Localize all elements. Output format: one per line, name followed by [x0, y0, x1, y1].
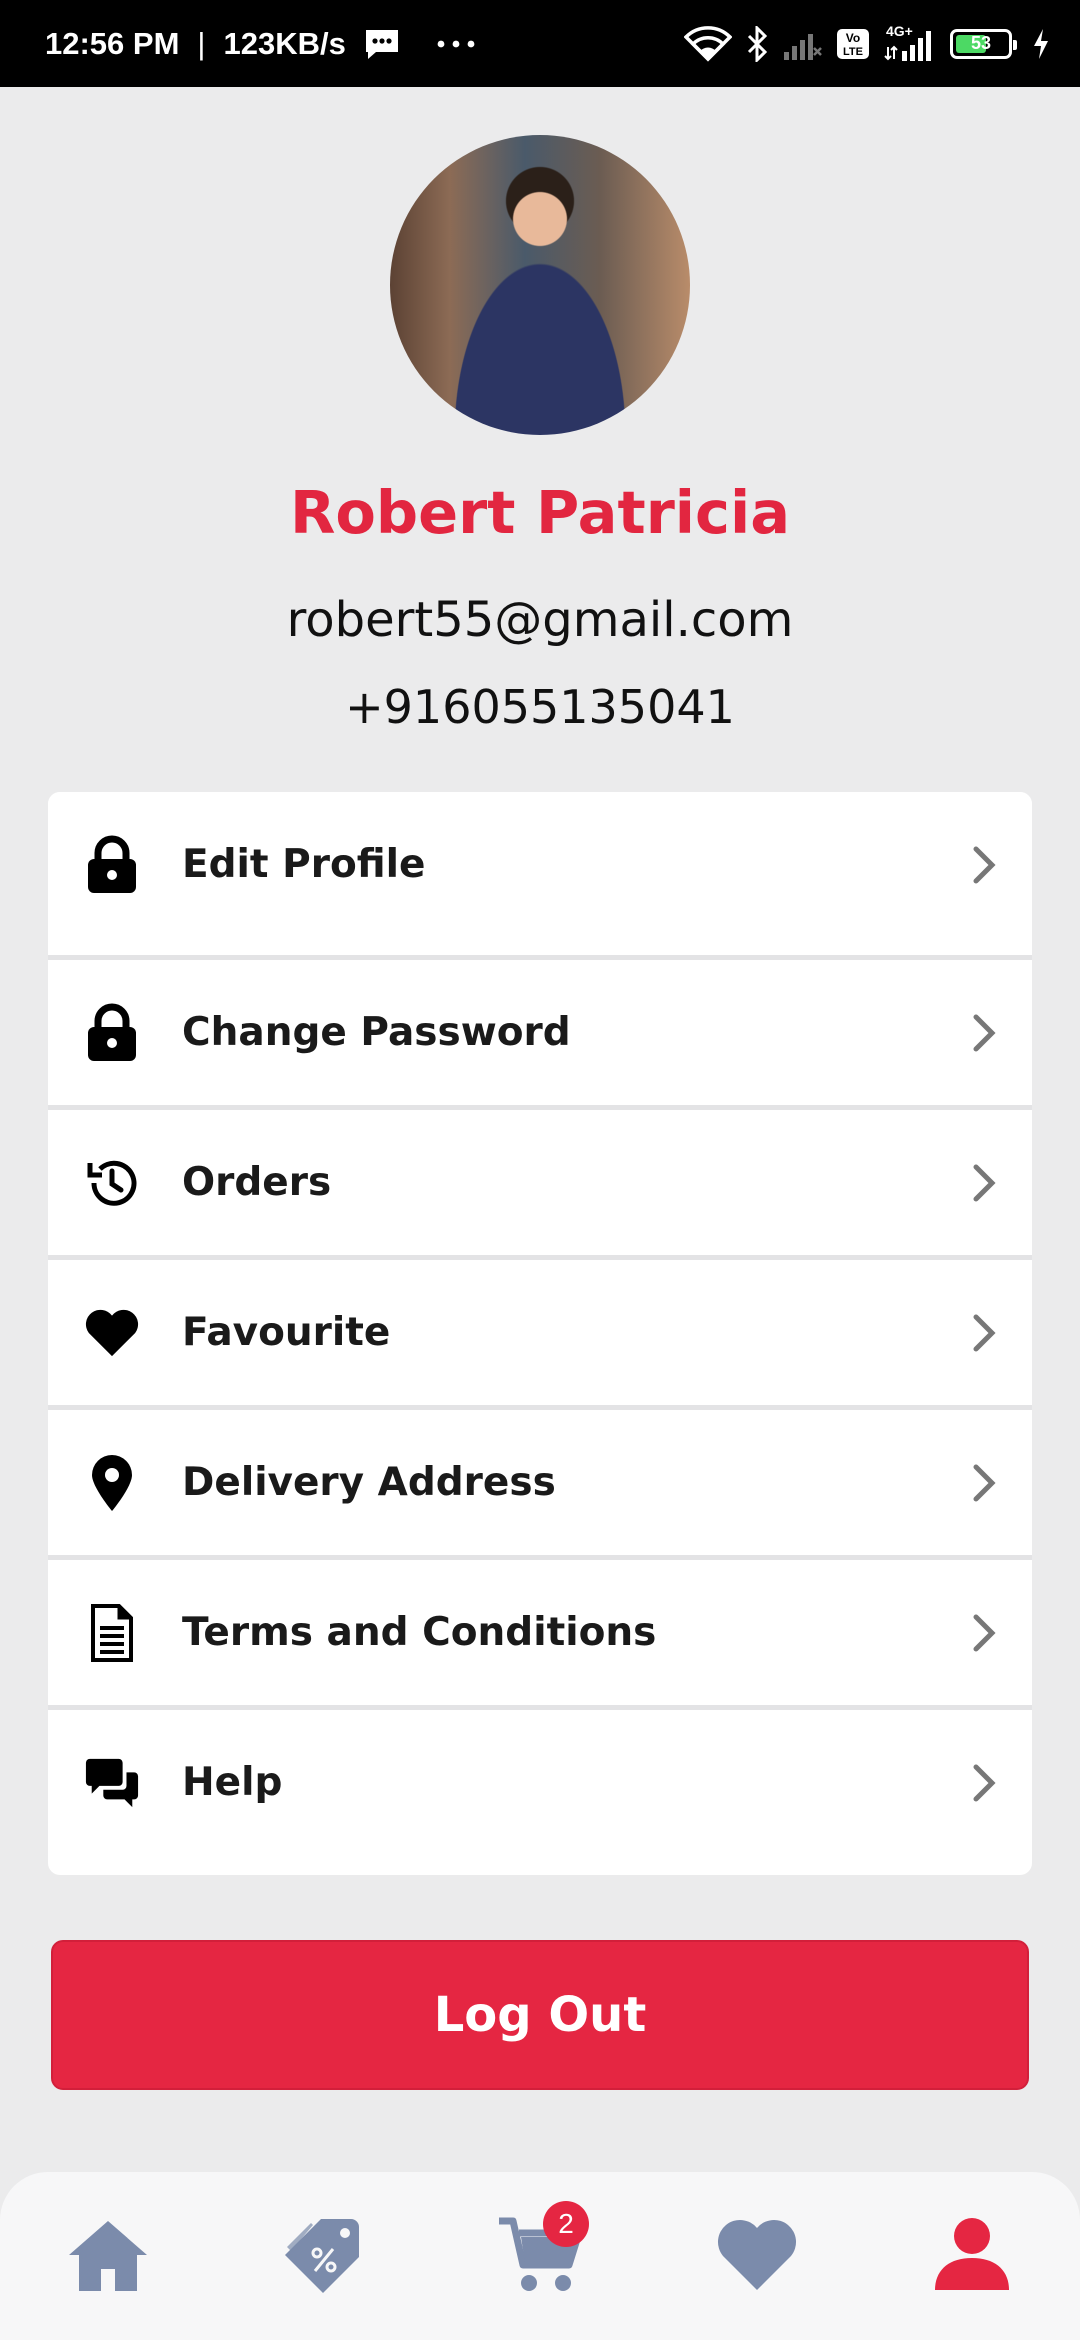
- heart-icon: [84, 1305, 140, 1361]
- chevron-right-icon: [966, 1161, 1002, 1205]
- chevron-right-icon: [966, 1461, 1002, 1505]
- chevron-right-icon: [966, 843, 1002, 887]
- bottom-nav: 2: [0, 2172, 1080, 2340]
- more-dots-icon: [436, 39, 476, 49]
- chevron-right-icon: [966, 1761, 1002, 1805]
- signal-4g-icon: 4G+: [884, 23, 936, 61]
- bluetooth-icon: [746, 25, 768, 62]
- charging-icon: [1032, 28, 1050, 60]
- battery-level: 53: [970, 33, 992, 53]
- profile-phone: +916055135041: [345, 680, 735, 734]
- nav-home[interactable]: [63, 2212, 153, 2302]
- status-time: 12:56 PM: [45, 25, 180, 61]
- heart-icon: [717, 2218, 797, 2296]
- message-icon: [364, 28, 400, 60]
- chat-icon: [84, 1755, 140, 1811]
- nav-cart[interactable]: 2: [495, 2201, 589, 2302]
- profile-avatar: [390, 135, 690, 435]
- signal-icon: [782, 28, 822, 60]
- menu-item-label: Delivery Address: [182, 1460, 556, 1505]
- svg-text:Vo: Vo: [846, 31, 860, 45]
- lock-icon: [84, 835, 140, 893]
- nav-profile[interactable]: [927, 2212, 1017, 2302]
- menu-item-orders[interactable]: Orders: [48, 1110, 1032, 1255]
- menu-item-edit-profile[interactable]: Edit Profile: [48, 792, 1032, 937]
- document-icon: [84, 1603, 140, 1662]
- status-separator: |: [197, 25, 206, 61]
- status-left: 12:56 PM | 123KB/s: [45, 26, 476, 62]
- nav-favourites[interactable]: [712, 2212, 802, 2302]
- nav-offers[interactable]: [278, 2212, 368, 2302]
- offers-tag-icon: [283, 2215, 363, 2299]
- user-icon: [933, 2216, 1011, 2298]
- menu-item-delivery-address[interactable]: Delivery Address: [48, 1410, 1032, 1555]
- chevron-right-icon: [966, 1311, 1002, 1355]
- network-label: 4G+: [886, 22, 913, 39]
- menu-item-help[interactable]: Help: [48, 1710, 1032, 1855]
- logout-button[interactable]: Log Out: [51, 1940, 1029, 2090]
- chevron-right-icon: [966, 1611, 1002, 1655]
- home-icon: [67, 2217, 149, 2297]
- menu-item-label: Help: [182, 1760, 283, 1805]
- menu-item-label: Orders: [182, 1160, 332, 1205]
- chevron-right-icon: [966, 1011, 1002, 1055]
- profile-email: robert55@gmail.com: [286, 592, 794, 648]
- menu-item-favourite[interactable]: Favourite: [48, 1260, 1032, 1405]
- menu-item-label: Favourite: [182, 1310, 391, 1355]
- menu-item-label: Edit Profile: [182, 842, 426, 887]
- wifi-icon: [684, 25, 732, 62]
- profile-name: Robert Patricia: [289, 478, 791, 547]
- lock-icon: [84, 1003, 140, 1061]
- status-speed: 123KB/s: [223, 25, 346, 61]
- menu-item-change-password[interactable]: Change Password: [48, 960, 1032, 1105]
- volte-icon: Vo LTE: [836, 28, 870, 60]
- cart-icon: 2: [497, 2201, 589, 2299]
- location-pin-icon: [84, 1454, 140, 1511]
- status-right: Vo LTE 4G+ 53: [684, 23, 1050, 62]
- menu-item-terms-and-conditions[interactable]: Terms and Conditions: [48, 1560, 1032, 1705]
- menu-item-label: Terms and Conditions: [182, 1610, 657, 1655]
- cart-badge: 2: [543, 2201, 589, 2247]
- status-bar: 12:56 PM | 123KB/s Vo LTE 4G+ 53: [0, 0, 1080, 87]
- svg-text:LTE: LTE: [843, 46, 863, 58]
- battery-icon: 53: [950, 28, 1017, 59]
- history-icon: [84, 1155, 140, 1211]
- menu-item-label: Change Password: [182, 1010, 571, 1055]
- profile-menu: Edit Profile Change Password Orders Favo…: [48, 792, 1032, 1875]
